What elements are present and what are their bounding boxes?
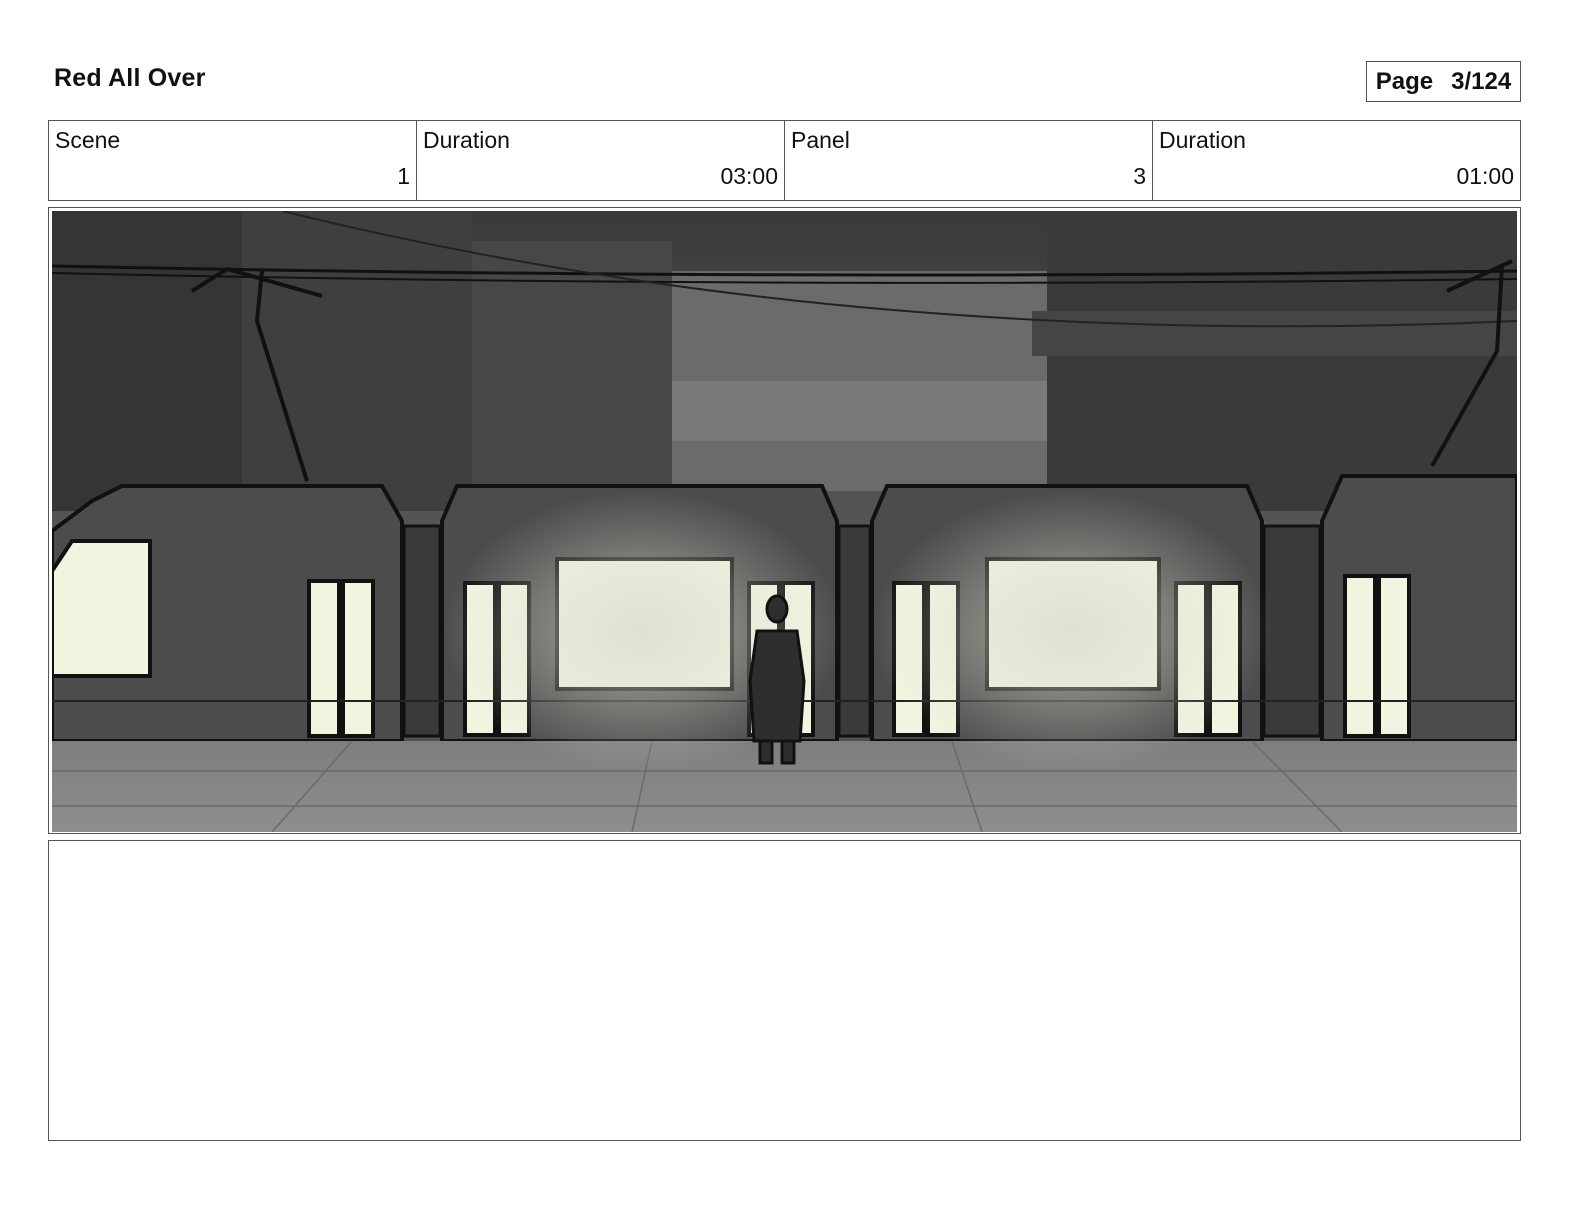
panel-info-row: Scene 1 Duration 03:00 Panel 3 Duration … (48, 120, 1521, 201)
panel-duration-label: Duration (1159, 127, 1246, 153)
scene-duration-cell: Duration 03:00 (417, 121, 785, 200)
scene-label: Scene (55, 127, 121, 153)
panel-label: Panel (791, 127, 850, 153)
page-indicator: Page 3/124 (1366, 61, 1521, 102)
panel-duration-value: 01:00 (1456, 163, 1514, 189)
document-title: Red All Over (54, 64, 206, 92)
scene-duration-value: 03:00 (720, 163, 778, 189)
scene-value: 1 (397, 163, 410, 189)
page-label: Page (1375, 67, 1434, 95)
scene-duration-label: Duration (423, 127, 510, 153)
panel-value: 3 (1133, 163, 1146, 189)
storyboard-sketch-image (52, 211, 1517, 832)
panel-cell: Panel 3 (785, 121, 1153, 200)
scene-cell: Scene 1 (49, 121, 417, 200)
page-number: 3/124 (1451, 67, 1512, 95)
notes-box (48, 840, 1521, 1141)
storyboard-panel-frame (48, 207, 1521, 834)
panel-duration-cell: Duration 01:00 (1153, 121, 1520, 200)
